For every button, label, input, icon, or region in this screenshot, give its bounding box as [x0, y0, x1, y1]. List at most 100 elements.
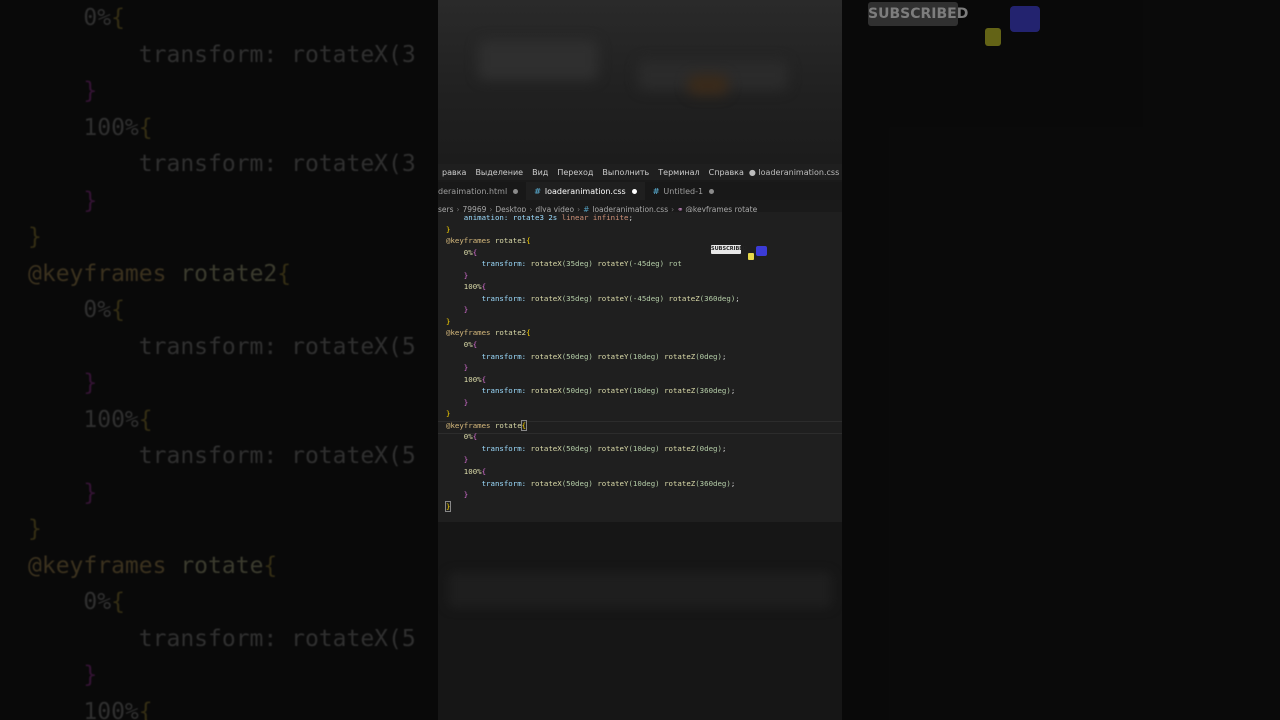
- menu-item-terminal[interactable]: Терминал: [654, 168, 704, 177]
- code-token: }: [446, 363, 469, 373]
- code-token: (0deg): [695, 443, 722, 453]
- tab-label: Untitled-1: [663, 186, 704, 196]
- code-line: transform: rotateX(50deg) rotateY(10deg)…: [446, 443, 740, 455]
- code-token: (360deg): [695, 386, 731, 396]
- tab-untitled-1[interactable]: # Untitled-1: [645, 182, 722, 200]
- code-token: rotateX: [530, 351, 562, 361]
- code-line: }: [446, 454, 740, 466]
- code-token: (10deg): [628, 443, 665, 453]
- code-token: rotateZ: [664, 351, 696, 361]
- code-line: @keyframes rotate1{: [446, 235, 740, 247]
- tab-label: loaderanimation.css: [544, 186, 626, 196]
- code-token: (360deg): [695, 478, 731, 488]
- code-token: (-45deg) rot: [628, 259, 682, 269]
- code-token: }: [446, 409, 451, 419]
- code-token: {: [472, 247, 478, 257]
- code-token: }: [446, 316, 451, 326]
- code-token: (35deg): [561, 259, 598, 269]
- code-line: }: [446, 408, 740, 420]
- code-token: 100%: [446, 282, 482, 292]
- code-line: @keyframes rotate2{: [446, 327, 740, 339]
- thumbs-up-icon: [756, 246, 767, 256]
- code-token: (10deg): [628, 478, 665, 488]
- code-line: }: [446, 224, 740, 236]
- code-line: }: [444, 500, 740, 513]
- tab-html-file[interactable]: deraimation.html: [438, 182, 526, 200]
- code-token: {: [481, 374, 487, 384]
- code-token: (50deg): [561, 386, 598, 396]
- code-token: rotateY: [597, 259, 629, 269]
- code-token: }: [446, 490, 469, 500]
- tab-loaderanimation-css[interactable]: # loaderanimation.css: [526, 182, 645, 200]
- code-token: rotate1: [494, 236, 527, 246]
- menu-item-view[interactable]: Вид: [528, 168, 553, 177]
- code-line: transform: rotateX(50deg) rotateY(10deg)…: [446, 478, 740, 490]
- code-token: {: [526, 236, 531, 246]
- code-token: rotateY: [597, 443, 629, 453]
- code-token: (35deg): [561, 293, 598, 303]
- code-line: transform: rotateX(35deg) rotateY(-45deg…: [446, 258, 740, 270]
- code-token: {: [472, 340, 478, 350]
- code-token: transform:: [446, 351, 531, 361]
- code-line: transform: rotateX(50deg) rotateY(10deg)…: [446, 385, 740, 397]
- tab-label: deraimation.html: [438, 186, 508, 196]
- code-token: rotateX: [530, 478, 562, 488]
- menu-item-go[interactable]: Переход: [553, 168, 598, 177]
- code-editor[interactable]: animation: rotate3 2s linear infinite;} @…: [438, 212, 842, 522]
- code-token: @keyframes: [446, 420, 495, 430]
- code-line: transform: rotateX(50deg) rotateY(10deg)…: [446, 351, 740, 363]
- subscribed-badge: SUBSCRIBED: [711, 245, 747, 254]
- code-token: @keyframes: [446, 328, 495, 338]
- code-line: }: [446, 397, 740, 409]
- menu-item-help[interactable]: Справка: [705, 168, 749, 177]
- code-token: }: [446, 397, 469, 407]
- code-token: rotateX: [530, 443, 562, 453]
- menu-item-selection[interactable]: Выделение: [471, 168, 528, 177]
- code-token: }: [446, 270, 469, 280]
- code-line: transform: rotateX(35deg) rotateY(-45deg…: [446, 293, 740, 305]
- code-content[interactable]: animation: rotate3 2s linear infinite;} @…: [444, 212, 740, 513]
- code-token: rotateX: [530, 293, 562, 303]
- code-token: transform:: [446, 478, 531, 488]
- menu-item-run[interactable]: Выполнить: [598, 168, 654, 177]
- code-token: transform:: [446, 293, 531, 303]
- code-token: @keyframes: [446, 236, 495, 246]
- menu-bar: равка Выделение Вид Переход Выполнить Те…: [438, 164, 842, 180]
- code-line: 0%{: [446, 431, 740, 443]
- code-token: 100%: [446, 374, 482, 384]
- css-file-icon: #: [534, 186, 541, 196]
- code-token: rotateX: [530, 259, 562, 269]
- menu-item-edit[interactable]: равка: [438, 168, 471, 177]
- blurred-band: [448, 572, 832, 608]
- modified-dot-icon[interactable]: [631, 188, 637, 194]
- code-token: {: [481, 467, 487, 477]
- code-token: }: [446, 305, 469, 315]
- code-token: (50deg): [561, 351, 598, 361]
- pointer-icon: [748, 253, 754, 260]
- code-token: 0%: [446, 432, 473, 442]
- code-token: (50deg): [561, 478, 598, 488]
- code-token: ;: [730, 478, 736, 488]
- code-token: }: [444, 500, 452, 512]
- code-line: 100%{: [446, 374, 740, 386]
- code-token: (-45deg): [628, 293, 669, 303]
- code-token: rotate2: [494, 328, 527, 338]
- code-line: 100%{: [446, 281, 740, 293]
- modified-dot-icon[interactable]: [709, 188, 715, 194]
- editor-tabs: deraimation.html # loaderanimation.css #…: [438, 182, 842, 200]
- code-token: {: [481, 282, 487, 292]
- code-token: rotateY: [597, 386, 629, 396]
- code-token: (0deg): [695, 351, 722, 361]
- code-token: rotateY: [597, 351, 629, 361]
- video-frame: равка Выделение Вид Переход Выполнить Те…: [438, 0, 842, 720]
- code-token: ;: [721, 443, 727, 453]
- code-token: (10deg): [628, 386, 665, 396]
- css-file-icon: #: [652, 186, 660, 196]
- code-token: ;: [628, 213, 633, 222]
- modified-dot-icon[interactable]: [513, 188, 519, 194]
- background-subscribed-badge: SUBSCRIBED: [868, 2, 968, 26]
- background-thumbs-up-icon: [1010, 6, 1040, 32]
- code-token: ;: [735, 293, 740, 303]
- code-token: {: [472, 432, 478, 442]
- code-token: linear infinite: [561, 213, 629, 222]
